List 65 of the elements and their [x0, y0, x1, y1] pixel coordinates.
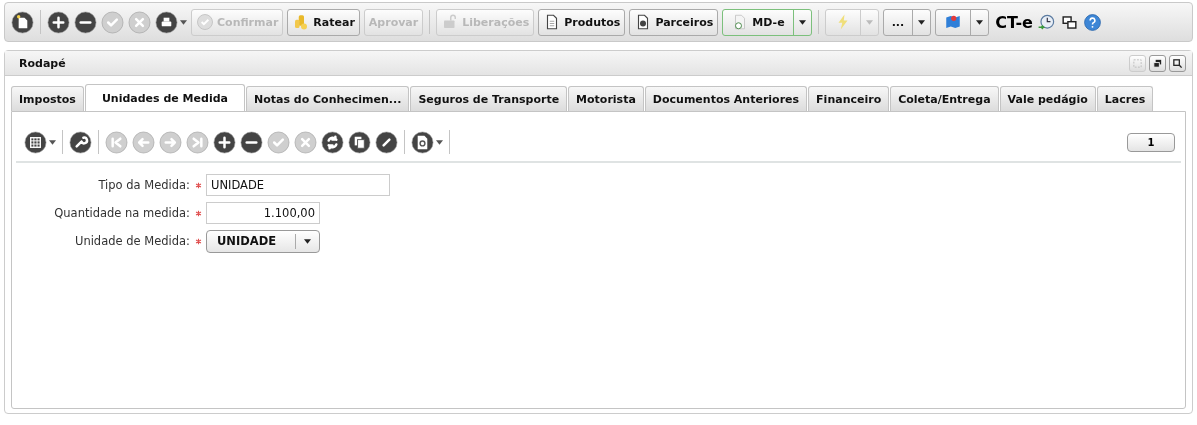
page-number: 1: [1127, 132, 1175, 152]
tab[interactable]: Documentos Anteriores: [644, 86, 808, 111]
tab[interactable]: Impostos: [11, 86, 84, 111]
refresh-button[interactable]: [321, 130, 344, 154]
minus-button[interactable]: [74, 10, 97, 34]
docsearch-button[interactable]: [411, 130, 443, 154]
split-button[interactable]: MD-e: [722, 8, 812, 36]
minus-icon: [240, 130, 263, 154]
tab[interactable]: Lacres: [1096, 86, 1154, 111]
caret-icon: [865, 19, 873, 25]
tab[interactable]: Seguros de Transporte: [410, 86, 568, 111]
last-icon: [186, 130, 209, 154]
plus-button[interactable]: [47, 10, 70, 34]
next-icon: [159, 130, 182, 154]
wrench-button[interactable]: [69, 130, 92, 154]
tab[interactable]: Unidades de Medida: [84, 84, 245, 111]
clock-icon[interactable]: [1036, 12, 1056, 32]
tab[interactable]: Financeiro: [808, 86, 890, 111]
caret-icon: [304, 238, 311, 244]
first-icon: [105, 130, 128, 154]
plus-button[interactable]: [213, 130, 236, 154]
field-label: Unidade de Medida:: [73, 234, 190, 248]
toolbar-button[interactable]: Produtos: [538, 8, 626, 36]
caret-icon: [180, 19, 187, 25]
split-button[interactable]: [935, 8, 990, 36]
detach-button[interactable]: [1169, 54, 1186, 72]
plus-icon: [213, 130, 236, 154]
docsearch-icon: [411, 130, 434, 154]
toolbar-button[interactable]: Parceiros: [629, 8, 719, 36]
field-label: Quantidade na medida:: [53, 206, 190, 220]
check-icon: [196, 13, 214, 31]
tab[interactable]: Notas do Conhecimen...: [245, 86, 410, 111]
map-icon: [944, 13, 963, 31]
check-icon: [267, 130, 290, 154]
restore-button[interactable]: [1149, 54, 1166, 72]
wrench-icon: [69, 130, 92, 154]
windows-icon: [1152, 57, 1163, 69]
tab[interactable]: Vale pedágio: [999, 86, 1096, 111]
input-field[interactable]: 1.100,00: [206, 202, 320, 224]
split-button[interactable]: ...: [882, 8, 932, 36]
caret-icon: [798, 19, 806, 25]
refresh-icon: [321, 130, 344, 154]
module-label: CT-e: [995, 12, 1033, 32]
caret-icon: [49, 139, 56, 145]
panel-title: Rodapé: [19, 56, 66, 70]
tab[interactable]: Coleta/Entrega: [890, 86, 999, 111]
field-label: Tipo da Medida:: [97, 178, 190, 192]
caret-icon: [976, 19, 984, 25]
x-icon: [294, 130, 317, 154]
new-button[interactable]: [11, 10, 34, 34]
caret-icon: [918, 19, 926, 25]
prev-icon: [132, 130, 155, 154]
print-button[interactable]: [155, 10, 187, 34]
copy-icon: [348, 130, 371, 154]
copy-button[interactable]: [348, 130, 371, 154]
grid-icon: [24, 130, 47, 154]
tab[interactable]: Motorista: [568, 86, 644, 111]
caret-icon: [436, 139, 443, 145]
help-icon[interactable]: [1082, 12, 1102, 32]
dashed-square-icon: [1132, 57, 1143, 69]
dropdown[interactable]: UNIDADE: [206, 229, 320, 253]
grid-button[interactable]: [24, 130, 56, 154]
minus-button[interactable]: [240, 130, 263, 154]
toolbar-button[interactable]: Ratear: [287, 8, 360, 36]
input-field[interactable]: UNIDADE: [206, 174, 390, 196]
